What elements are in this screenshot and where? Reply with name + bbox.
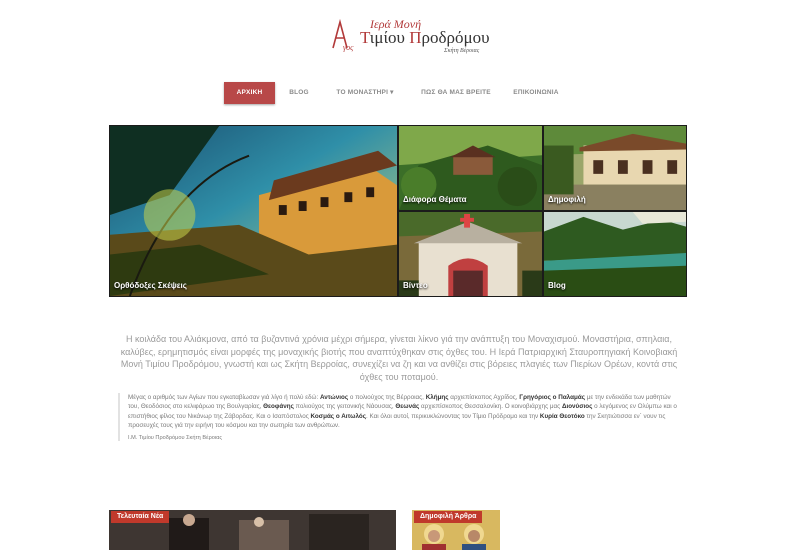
tile-label: Βίντεο bbox=[403, 281, 428, 290]
intro-text: Η κοιλάδα του Αλιάκμονα, από τα βυζαντιν… bbox=[120, 334, 678, 382]
tile-popular[interactable]: Δημοφιλή bbox=[543, 125, 687, 211]
quote-text: Μέγας ο αριθμός των Αγίων που εγκαταβίωσ… bbox=[128, 394, 677, 430]
logo-mark-icon: γος bbox=[332, 18, 354, 52]
site-logo[interactable]: γος Ιερά Μονή Τιμίου Προδρόμου Σκήτη Βέρ… bbox=[330, 14, 500, 54]
latest-news-tag: Τελευταία Νέα bbox=[111, 511, 170, 523]
logo-word-2: ροδρόμου bbox=[421, 28, 490, 47]
featured-grid: Ορθόδοξες Σκέψεις Διάφορα Θέματα Δημοφιλ… bbox=[109, 125, 687, 297]
tile-orthodox-thoughts[interactable]: Ορθόδοξες Σκέψεις bbox=[109, 125, 398, 297]
nav-item-monastery[interactable]: ΤΟ ΜΟΝΑΣΤΗΡΙ ▾ bbox=[332, 82, 398, 104]
tile-label: Δημοφιλή bbox=[548, 195, 586, 204]
latest-news-panel[interactable]: Τελευταία Νέα bbox=[109, 510, 396, 550]
logo-line-2: Τιμίου Προδρόμου bbox=[360, 28, 490, 48]
logo-initial-p: Π bbox=[409, 28, 422, 47]
tile-various-topics[interactable]: Διάφορα Θέματα bbox=[398, 125, 543, 211]
tile-label: Ορθόδοξες Σκέψεις bbox=[114, 281, 187, 290]
nav-item-home[interactable]: ΑΡΧΙΚΗ bbox=[224, 82, 275, 104]
tile-label: Blog bbox=[548, 281, 566, 290]
logo-line-3: Σκήτη Βέροιας bbox=[444, 48, 480, 54]
quote-source: Ι.Μ. Τιμίου Προδρόμου Σκήτη Βέροιας bbox=[128, 434, 223, 441]
page: γος Ιερά Μονή Τιμίου Προδρόμου Σκήτη Βέρ… bbox=[0, 0, 800, 550]
tile-label: Διάφορα Θέματα bbox=[403, 195, 467, 204]
tile-blog[interactable]: Blog bbox=[543, 211, 687, 297]
nav-item-contact[interactable]: ΕΠΙΚΟΙΝΩΝΙΑ bbox=[508, 82, 564, 104]
nav-item-directions[interactable]: ΠΩΣ ΘΑ ΜΑΣ ΒΡΕΙΤΕ bbox=[418, 82, 494, 104]
main-nav: ΑΡΧΙΚΗ BLOG ΤΟ ΜΟΝΑΣΤΗΡΙ ▾ ΠΩΣ ΘΑ ΜΑΣ ΒΡ… bbox=[0, 82, 800, 106]
saints-quote: Μέγας ο αριθμός των Αγίων που εγκαταβίωσ… bbox=[118, 393, 683, 441]
logo-initial-t: Τ bbox=[360, 28, 370, 47]
logo-word-1: ιμίου bbox=[369, 28, 410, 47]
popular-articles-tag: Δημοφιλή Άρθρα bbox=[414, 511, 483, 523]
nav-item-blog[interactable]: BLOG bbox=[284, 82, 314, 104]
popular-articles-panel[interactable]: Δημοφιλή Άρθρα bbox=[412, 510, 500, 550]
tile-video[interactable]: Βίντεο bbox=[398, 211, 543, 297]
svg-text:γος: γος bbox=[343, 43, 354, 52]
monastery-image bbox=[110, 126, 397, 296]
